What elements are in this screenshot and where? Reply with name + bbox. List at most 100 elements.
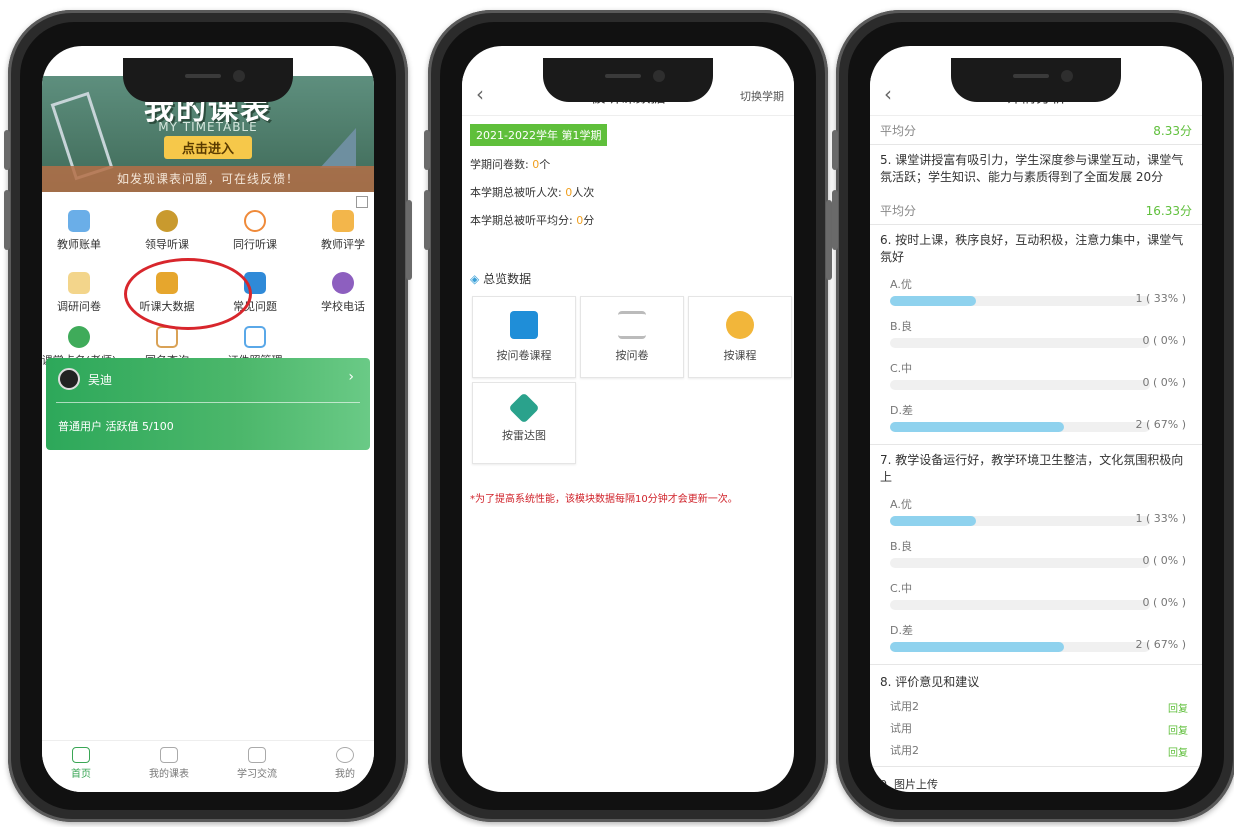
- average-label: 平均分: [880, 124, 917, 138]
- grid-item-teacher-review[interactable]: 教师评学: [298, 210, 374, 252]
- leader-icon: [156, 210, 178, 232]
- card-by-radar[interactable]: 按雷达图: [472, 382, 576, 464]
- option-label: B.良: [890, 320, 913, 333]
- option-label: D.差: [890, 404, 913, 417]
- home-screen: 我的课表 MY TIMETABLE 点击进入 如发现课表问题，可在线反馈！ 教师…: [42, 46, 374, 792]
- user-status: 普通用户 活跃值 5/100: [58, 420, 174, 433]
- option-count: 0 ( 0% ): [1142, 554, 1186, 567]
- option-bar: [890, 642, 1150, 652]
- peer-icon: [244, 210, 266, 232]
- grid-item-label: 学校电话: [321, 300, 365, 313]
- reply-link[interactable]: 回复: [1168, 700, 1188, 715]
- radar-icon: [508, 392, 540, 424]
- photo-icon: [244, 326, 266, 348]
- option-bar: [890, 422, 1150, 432]
- option-count: 1 ( 33% ): [1135, 292, 1186, 305]
- phone-frame-home: 我的课表 MY TIMETABLE 点击进入 如发现课表问题，可在线反馈！ 教师…: [4, 10, 412, 822]
- side-button: [424, 130, 430, 170]
- reply-link[interactable]: 回复: [1168, 722, 1188, 737]
- grid-item-label: 教师评学: [321, 238, 365, 251]
- grid-item-label: 调研问卷: [57, 300, 101, 313]
- average-row: 平均分 16.33分: [880, 202, 1192, 219]
- option-bar-fill: [890, 296, 976, 306]
- grid-item-leader-listen[interactable]: 领导听课: [122, 210, 212, 252]
- tab-label: 首页: [71, 769, 91, 780]
- analysis-scroll[interactable]: 平均分 8.33分 5. 课堂讲授富有吸引力，学生深度参与课堂互动，课堂气氛活跃…: [870, 116, 1202, 792]
- tab-label: 我的课表: [149, 769, 189, 780]
- chat-icon: [248, 747, 266, 763]
- option-label: D.差: [890, 624, 913, 637]
- option-bar: [890, 338, 1150, 348]
- question-6-title: 6. 按时上课，秩序良好，互动积极，注意力集中，课堂气氛好: [880, 233, 1184, 264]
- bill-icon: [68, 210, 90, 232]
- overview-section-title: ◈ 总览数据: [470, 270, 531, 287]
- stat-average-score: 本学期总被听平均分: 0分: [470, 212, 594, 228]
- option-label: C.中: [890, 362, 913, 375]
- tab-my-timetable[interactable]: 我的课表: [124, 747, 214, 780]
- option-bar-fill: [890, 516, 976, 526]
- divider: [870, 664, 1202, 665]
- avatar: [58, 368, 80, 390]
- stat-label: 本学期总被听人次:: [470, 186, 566, 199]
- question-7-title: 7. 教学设备运行好，教学环境卫生整洁，文化氛围积极向上: [880, 453, 1184, 484]
- tab-study-exchange[interactable]: 学习交流: [212, 747, 302, 780]
- divider: [870, 766, 1202, 767]
- banner-subtitle: MY TIMETABLE: [158, 120, 258, 134]
- layers-icon: ◈: [470, 272, 480, 286]
- switch-term-button[interactable]: 切换学期: [740, 88, 784, 104]
- option-bar-fill: [890, 422, 1065, 432]
- tab-mine[interactable]: 我的: [300, 747, 374, 780]
- highlight-circle: [124, 258, 252, 330]
- grid-item-school-phone[interactable]: 学校电话: [298, 272, 374, 314]
- stat-listen-count: 本学期总被听人次: 0人次: [470, 184, 594, 200]
- option-count: 0 ( 0% ): [1142, 376, 1186, 389]
- grid-item-peer-listen[interactable]: 同行听课: [210, 210, 300, 252]
- grid-item-teacher-bill[interactable]: 教师账单: [42, 210, 124, 252]
- tab-home[interactable]: 首页: [42, 747, 126, 780]
- side-button: [832, 190, 838, 250]
- rollcall-icon: [68, 326, 90, 348]
- user-card[interactable]: 吴迪 › 普通用户 活跃值 5/100: [46, 358, 370, 450]
- grid-item-survey[interactable]: 调研问卷: [42, 272, 124, 314]
- profile-icon: [336, 747, 354, 763]
- option-bar: [890, 558, 1150, 568]
- side-button: [406, 200, 412, 280]
- phone-icon: [332, 272, 354, 294]
- average-value: 8.33分: [1153, 124, 1192, 138]
- feedback-text[interactable]: 如发现课表问题，可在线反馈！: [42, 166, 374, 192]
- option-count: 2 ( 67% ): [1135, 418, 1186, 431]
- review-icon: [332, 210, 354, 232]
- update-notice: *为了提高系统性能，该模块数据每隔10分钟才会更新一次。: [470, 494, 738, 505]
- card-label: 按问卷课程: [496, 349, 552, 362]
- chevron-right-icon: ›: [348, 369, 354, 385]
- analysis-screen: ‹ 详情分析 平均分 8.33分 5. 课堂讲授富有吸引力，学生深度参与课堂互动…: [870, 46, 1202, 792]
- course-survey-icon: [510, 311, 538, 339]
- option-label: B.良: [890, 540, 913, 553]
- notch: [951, 58, 1121, 102]
- option-label: A.优: [890, 278, 912, 291]
- edit-icon[interactable]: [356, 196, 368, 208]
- card-by-course[interactable]: 按课程: [688, 296, 792, 378]
- card-by-survey[interactable]: 按问卷: [580, 296, 684, 378]
- divider: [870, 444, 1202, 445]
- option-bar: [890, 516, 1150, 526]
- stat-unit: 分: [583, 214, 595, 227]
- enter-button[interactable]: 点击进入: [163, 136, 253, 159]
- card-by-survey-course[interactable]: 按问卷课程: [472, 296, 576, 378]
- home-icon: [72, 747, 90, 763]
- question-8-title: 8. 评价意见和建议: [880, 675, 980, 689]
- phone-frame-data: ‹ 被听课数据 切换学期 2021-2022学年 第1学期 学期问卷数: 0个 …: [424, 10, 832, 822]
- tab-label: 我的: [335, 769, 355, 780]
- reply-link[interactable]: 回复: [1168, 744, 1188, 759]
- survey-list-icon: [618, 311, 646, 339]
- comment-text: 试用: [890, 722, 912, 735]
- grid-item-label: 教师账单: [57, 238, 101, 251]
- average-row: 平均分 8.33分: [880, 122, 1192, 139]
- notch: [123, 58, 293, 102]
- divider: [870, 224, 1202, 225]
- side-button: [832, 130, 838, 170]
- question-5-title: 5. 课堂讲授富有吸引力，学生深度参与课堂互动，课堂气氛活跃；学生知识、能力与素…: [880, 153, 1184, 184]
- course-icon: [726, 311, 754, 339]
- option-count: 0 ( 0% ): [1142, 334, 1186, 347]
- average-label: 平均分: [880, 204, 917, 218]
